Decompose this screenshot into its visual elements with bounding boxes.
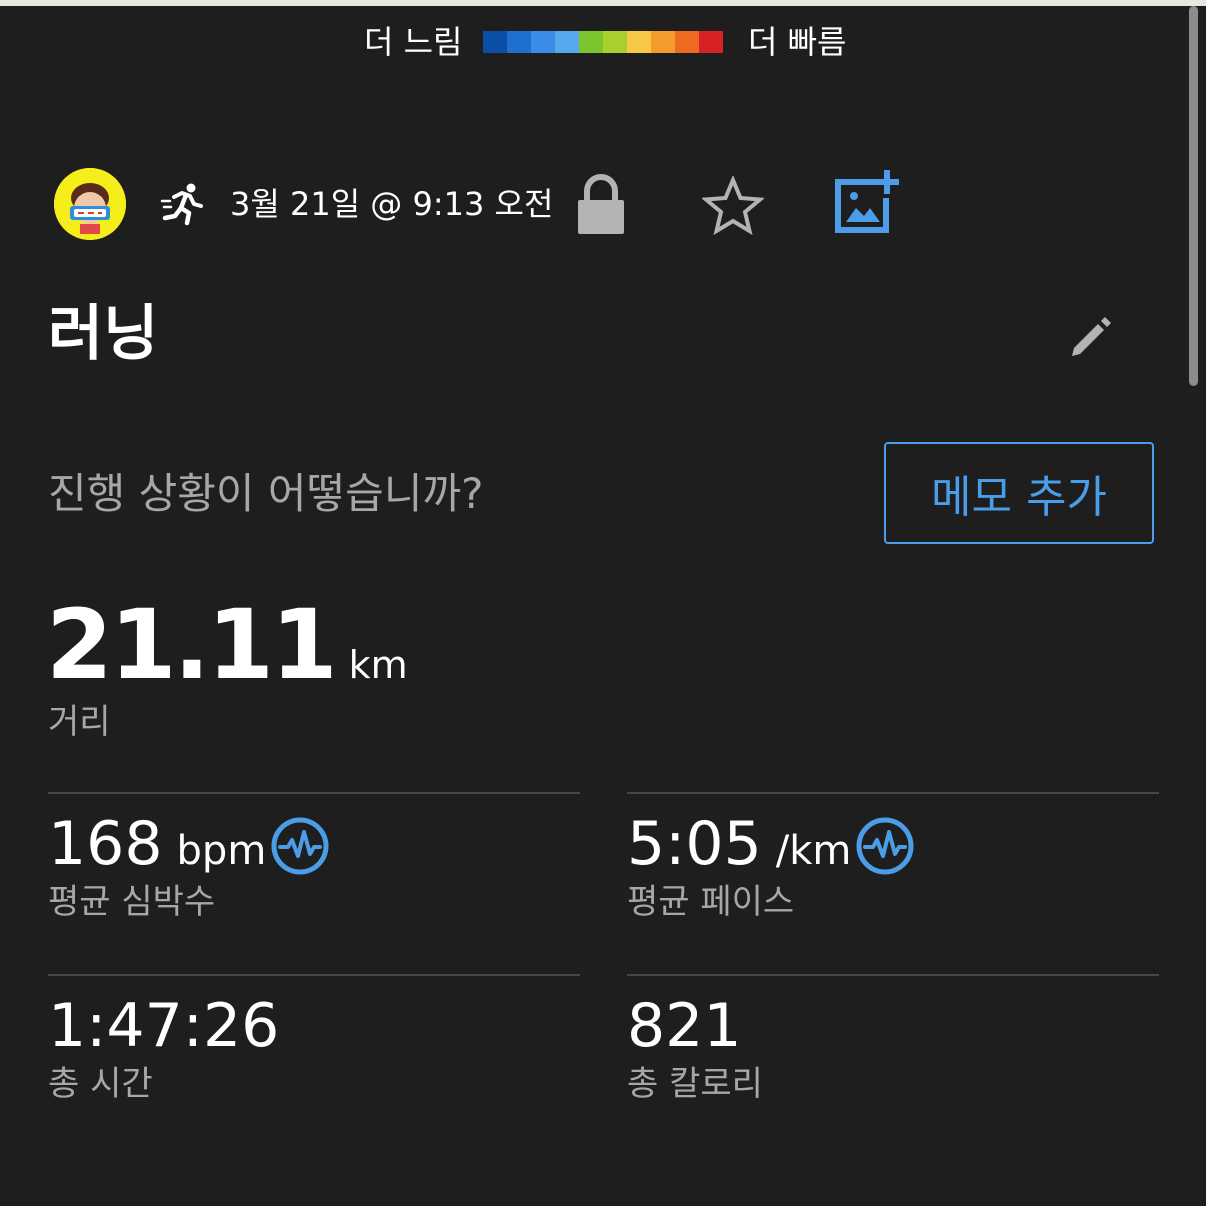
- distance-unit: km: [348, 643, 408, 687]
- scrollbar[interactable]: [1189, 6, 1198, 386]
- stat-label: 평균 심박수: [48, 882, 216, 922]
- activity-title: 러닝: [48, 299, 159, 369]
- pencil-icon[interactable]: [1068, 314, 1114, 360]
- pace-color-segment: [507, 31, 531, 53]
- stat-number: 1:47:26: [48, 991, 280, 1061]
- distance-number: 21.11: [46, 589, 338, 701]
- legend-fast-label: 더 빠름: [748, 23, 847, 61]
- pace-color-segment: [483, 31, 507, 53]
- pace-color-segment: [675, 31, 699, 53]
- activity-date: 3월 21일 @ 9:13 오전: [230, 185, 554, 223]
- pace-color-segment: [651, 31, 675, 53]
- pace-color-segment: [603, 31, 627, 53]
- avatar[interactable]: [54, 168, 126, 240]
- stat-value: 1:47:26: [48, 990, 279, 1062]
- total-calories-stat: 821 총 칼로리: [627, 974, 1159, 1104]
- stat-label: 총 시간: [48, 1064, 153, 1104]
- pace-color-bar: [483, 31, 723, 53]
- stat-unit: bpm: [176, 828, 267, 874]
- stat-value: 821: [627, 990, 742, 1062]
- pace-color-segment: [627, 31, 651, 53]
- heart-rate-icon[interactable]: [270, 816, 330, 876]
- pace-color-segment: [555, 31, 579, 53]
- heart-rate-icon[interactable]: [855, 816, 915, 876]
- stat-value: 168 bpm: [48, 808, 266, 880]
- stat-label: 평균 페이스: [627, 882, 795, 922]
- add-photo-icon[interactable]: [834, 170, 900, 236]
- add-memo-button[interactable]: 메모 추가: [884, 442, 1154, 544]
- stat-number: 821: [627, 991, 742, 1061]
- stat-value: 5:05 /km: [627, 808, 851, 880]
- total-time-stat: 1:47:26 총 시간: [48, 974, 580, 1104]
- memo-prompt: 진행 상황이 어떻습니까?: [48, 469, 484, 518]
- distance-label: 거리: [48, 702, 111, 742]
- stat-number: 168: [48, 809, 163, 879]
- running-icon: [160, 183, 203, 226]
- activity-header: 3월 21일 @ 9:13 오전: [54, 168, 914, 240]
- pace-color-segment: [699, 31, 723, 53]
- star-icon[interactable]: [702, 176, 764, 236]
- avg-heart-rate-stat: 168 bpm 평균 심박수: [48, 792, 580, 922]
- pace-color-segment: [531, 31, 555, 53]
- pace-color-segment: [579, 31, 603, 53]
- pace-legend: 더 느림 더 빠름: [0, 22, 1206, 62]
- map-preview-edge[interactable]: [0, 0, 1206, 6]
- lock-icon[interactable]: [576, 174, 626, 236]
- avg-pace-stat: 5:05 /km 평균 페이스: [627, 792, 1159, 922]
- stat-number: 5:05: [627, 809, 762, 879]
- distance-value: 21.11 km: [46, 590, 408, 700]
- stat-label: 총 칼로리: [627, 1064, 763, 1104]
- stat-unit: /km: [775, 828, 852, 874]
- legend-slow-label: 더 느림: [364, 23, 463, 61]
